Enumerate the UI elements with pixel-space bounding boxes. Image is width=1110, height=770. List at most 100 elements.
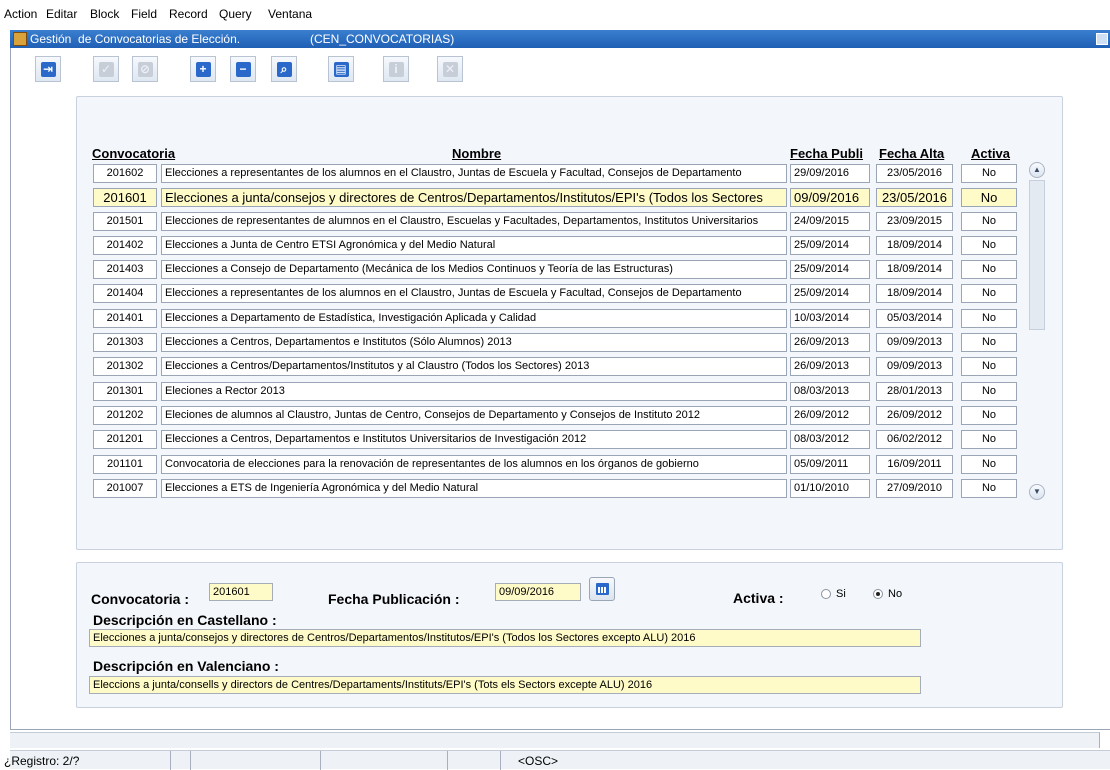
cell-activa[interactable]: No <box>961 212 1017 231</box>
table-row-selected[interactable]: 201601 Elecciones a junta/consejos y dir… <box>93 188 1023 208</box>
menu-block[interactable]: Block <box>90 7 119 21</box>
table-row[interactable]: 201402 Elecciones a Junta de Centro ETSI… <box>93 236 1023 256</box>
cell-fecha-publi[interactable]: 26/09/2013 <box>790 357 870 376</box>
table-row[interactable]: 201501 Elecciones de representantes de a… <box>93 212 1023 232</box>
exit-button[interactable]: ⇥ <box>35 56 61 82</box>
table-row[interactable]: 201101 Convocatoria de elecciones para l… <box>93 455 1023 475</box>
table-row[interactable]: 201602 Elecciones a representantes de lo… <box>93 164 1023 184</box>
insert-record-button[interactable]: + <box>190 56 216 82</box>
cell-convocatoria[interactable]: 201202 <box>93 406 157 425</box>
cell-convocatoria[interactable]: 201501 <box>93 212 157 231</box>
delete-record-button[interactable]: − <box>230 56 256 82</box>
cancel-button[interactable]: ⊘ <box>132 56 158 82</box>
cell-nombre[interactable]: Elecciones a Centros/Departamentos/Insti… <box>161 357 787 376</box>
cell-activa[interactable]: No <box>961 430 1017 449</box>
cell-nombre[interactable]: Elecciones a Consejo de Departamento (Me… <box>161 260 787 279</box>
cell-activa[interactable]: No <box>961 479 1017 498</box>
cell-fecha-publi[interactable]: 08/03/2012 <box>790 430 870 449</box>
cell-fecha-publi[interactable]: 08/03/2013 <box>790 382 870 401</box>
cell-fecha-alta[interactable]: 18/09/2014 <box>876 260 953 279</box>
menu-ventana[interactable]: Ventana <box>268 7 312 21</box>
cell-nombre[interactable]: Eleciones de alumnos al Claustro, Juntas… <box>161 406 787 425</box>
menu-query[interactable]: Query <box>219 7 252 21</box>
table-row[interactable]: 201302 Elecciones a Centros/Departamento… <box>93 357 1023 377</box>
cell-fecha-publi[interactable]: 26/09/2013 <box>790 333 870 352</box>
cell-convocatoria[interactable]: 201201 <box>93 430 157 449</box>
cell-fecha-alta[interactable]: 16/09/2011 <box>876 455 953 474</box>
cell-fecha-publi[interactable]: 25/09/2014 <box>790 284 870 303</box>
cell-fecha-publi[interactable]: 24/09/2015 <box>790 212 870 231</box>
cell-convocatoria[interactable]: 201404 <box>93 284 157 303</box>
cell-activa[interactable]: No <box>961 236 1017 255</box>
descripcion-valenciano-field[interactable]: Eleccions a junta/consells y directors d… <box>89 676 921 694</box>
cell-fecha-publi[interactable]: 25/09/2014 <box>790 236 870 255</box>
cell-activa[interactable]: No <box>961 260 1017 279</box>
cell-fecha-alta[interactable]: 23/09/2015 <box>876 212 953 231</box>
cell-convocatoria[interactable]: 201303 <box>93 333 157 352</box>
cell-convocatoria[interactable]: 201402 <box>93 236 157 255</box>
cell-convocatoria[interactable]: 201403 <box>93 260 157 279</box>
cell-convocatoria[interactable]: 201007 <box>93 479 157 498</box>
menu-action[interactable]: Action <box>4 7 37 21</box>
cell-fecha-alta[interactable]: 05/03/2014 <box>876 309 953 328</box>
cell-fecha-publi[interactable]: 25/09/2014 <box>790 260 870 279</box>
menu-editar[interactable]: Editar <box>46 7 77 21</box>
cell-activa[interactable]: No <box>961 333 1017 352</box>
window-restore-icon[interactable] <box>1096 33 1108 45</box>
cell-convocatoria[interactable]: 201401 <box>93 309 157 328</box>
cell-fecha-alta[interactable]: 23/05/2016 <box>876 164 953 183</box>
cell-fecha-publi[interactable]: 26/09/2012 <box>790 406 870 425</box>
cell-nombre[interactable]: Elecciones de representantes de alumnos … <box>161 212 787 231</box>
accept-button[interactable]: ✓ <box>93 56 119 82</box>
cell-nombre[interactable]: Elecciones a ETS de Ingeniería Agronómic… <box>161 479 787 498</box>
cell-fecha-alta[interactable]: 27/09/2010 <box>876 479 953 498</box>
cell-fecha-publi[interactable]: 09/09/2016 <box>790 188 870 207</box>
cell-fecha-alta[interactable]: 09/09/2013 <box>876 333 953 352</box>
table-row[interactable]: 201403 Elecciones a Consejo de Departame… <box>93 260 1023 280</box>
table-row[interactable]: 201301 Eleciones a Rector 2013 08/03/201… <box>93 382 1023 402</box>
cell-nombre[interactable]: Elecciones a Centros, Departamentos e In… <box>161 430 787 449</box>
cell-fecha-alta[interactable]: 28/01/2013 <box>876 382 953 401</box>
cell-fecha-publi[interactable]: 10/03/2014 <box>790 309 870 328</box>
scroll-down-icon[interactable]: ▼ <box>1029 484 1045 500</box>
cell-activa[interactable]: No <box>961 357 1017 376</box>
table-row[interactable]: 201404 Elecciones a representantes de lo… <box>93 284 1023 304</box>
cell-convocatoria[interactable]: 201602 <box>93 164 157 183</box>
print-button[interactable]: ▤ <box>328 56 354 82</box>
cell-fecha-publi[interactable]: 01/10/2010 <box>790 479 870 498</box>
cell-fecha-alta[interactable]: 06/02/2012 <box>876 430 953 449</box>
cell-activa[interactable]: No <box>961 284 1017 303</box>
menu-record[interactable]: Record <box>169 7 208 21</box>
cell-nombre[interactable]: Elecciones a junta/consejos y directores… <box>161 188 787 207</box>
convocatoria-field[interactable]: 201601 <box>209 583 273 601</box>
cell-fecha-publi[interactable]: 05/09/2011 <box>790 455 870 474</box>
activa-si-radio[interactable] <box>821 589 831 599</box>
cell-convocatoria[interactable]: 201301 <box>93 382 157 401</box>
cell-fecha-alta[interactable]: 23/05/2016 <box>876 188 953 207</box>
calendar-button[interactable] <box>589 577 615 601</box>
info-button[interactable]: i <box>383 56 409 82</box>
cell-convocatoria[interactable]: 201302 <box>93 357 157 376</box>
cell-nombre[interactable]: Convocatoria de elecciones para la renov… <box>161 455 787 474</box>
scroll-up-icon[interactable]: ▲ <box>1029 162 1045 178</box>
cell-nombre[interactable]: Elecciones a Centros, Departamentos e In… <box>161 333 787 352</box>
cell-activa[interactable]: No <box>961 188 1017 207</box>
menu-field[interactable]: Field <box>131 7 157 21</box>
table-row[interactable]: 201007 Elecciones a ETS de Ingeniería Ag… <box>93 479 1023 499</box>
table-row[interactable]: 201201 Elecciones a Centros, Departament… <box>93 430 1023 450</box>
cell-nombre[interactable]: Elecciones a representantes de los alumn… <box>161 164 787 183</box>
list-scrollbar[interactable]: ▲ ▼ <box>1029 162 1045 502</box>
clear-button[interactable]: ✕ <box>437 56 463 82</box>
descripcion-castellano-field[interactable]: Elecciones a junta/consejos y directores… <box>89 629 921 647</box>
search-button[interactable]: ⌕ <box>271 56 297 82</box>
fecha-publicacion-field[interactable]: 09/09/2016 <box>495 583 581 601</box>
table-row[interactable]: 201202 Eleciones de alumnos al Claustro,… <box>93 406 1023 426</box>
table-row[interactable]: 201401 Elecciones a Departamento de Esta… <box>93 309 1023 329</box>
cell-nombre[interactable]: Elecciones a Departamento de Estadística… <box>161 309 787 328</box>
cell-fecha-alta[interactable]: 26/09/2012 <box>876 406 953 425</box>
cell-activa[interactable]: No <box>961 455 1017 474</box>
scroll-thumb[interactable] <box>1029 180 1045 330</box>
cell-activa[interactable]: No <box>961 164 1017 183</box>
cell-activa[interactable]: No <box>961 382 1017 401</box>
cell-nombre[interactable]: Eleciones a Rector 2013 <box>161 382 787 401</box>
